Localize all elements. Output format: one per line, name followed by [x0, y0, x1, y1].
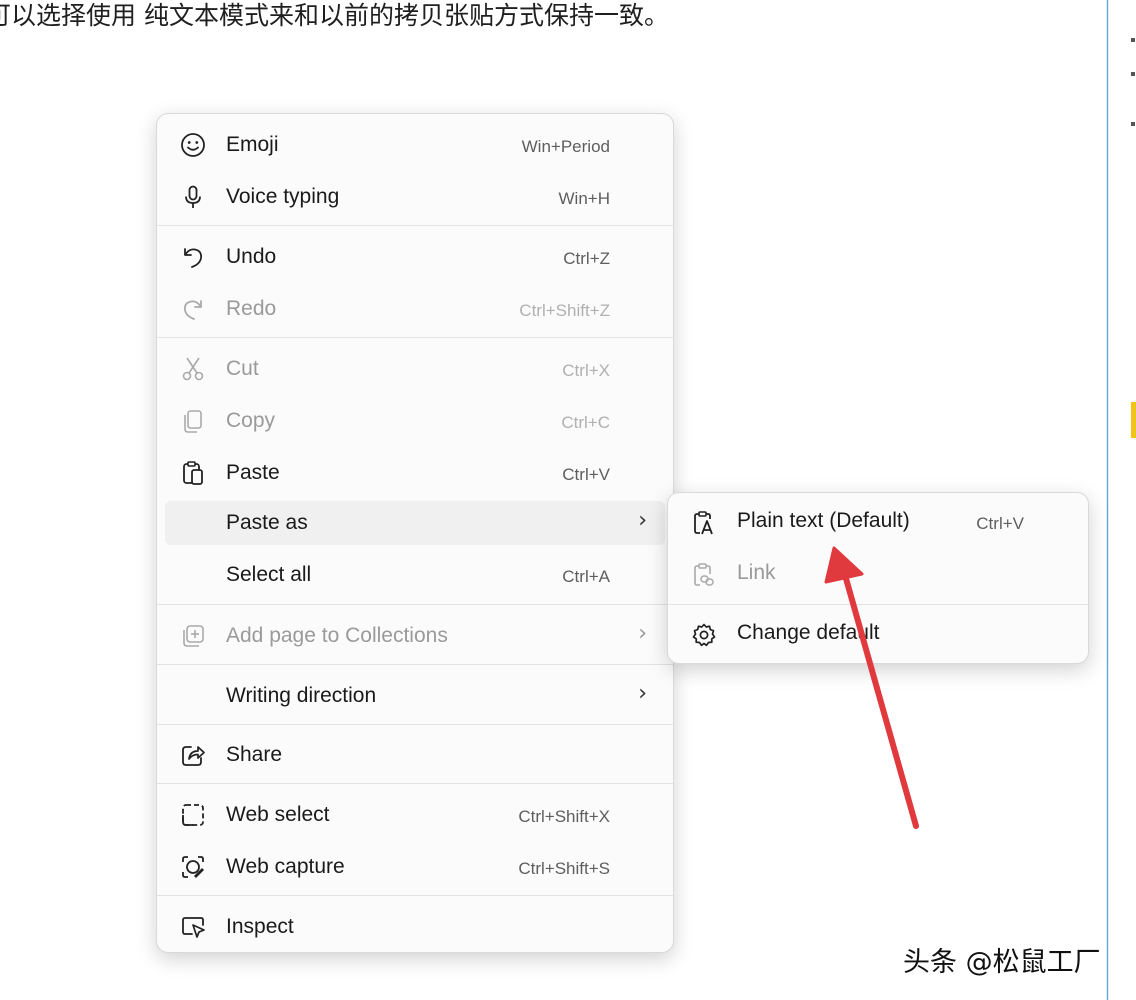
annotation-arrow: [824, 546, 919, 829]
watermark-text: 头条 @松鼠工厂: [903, 947, 1101, 978]
